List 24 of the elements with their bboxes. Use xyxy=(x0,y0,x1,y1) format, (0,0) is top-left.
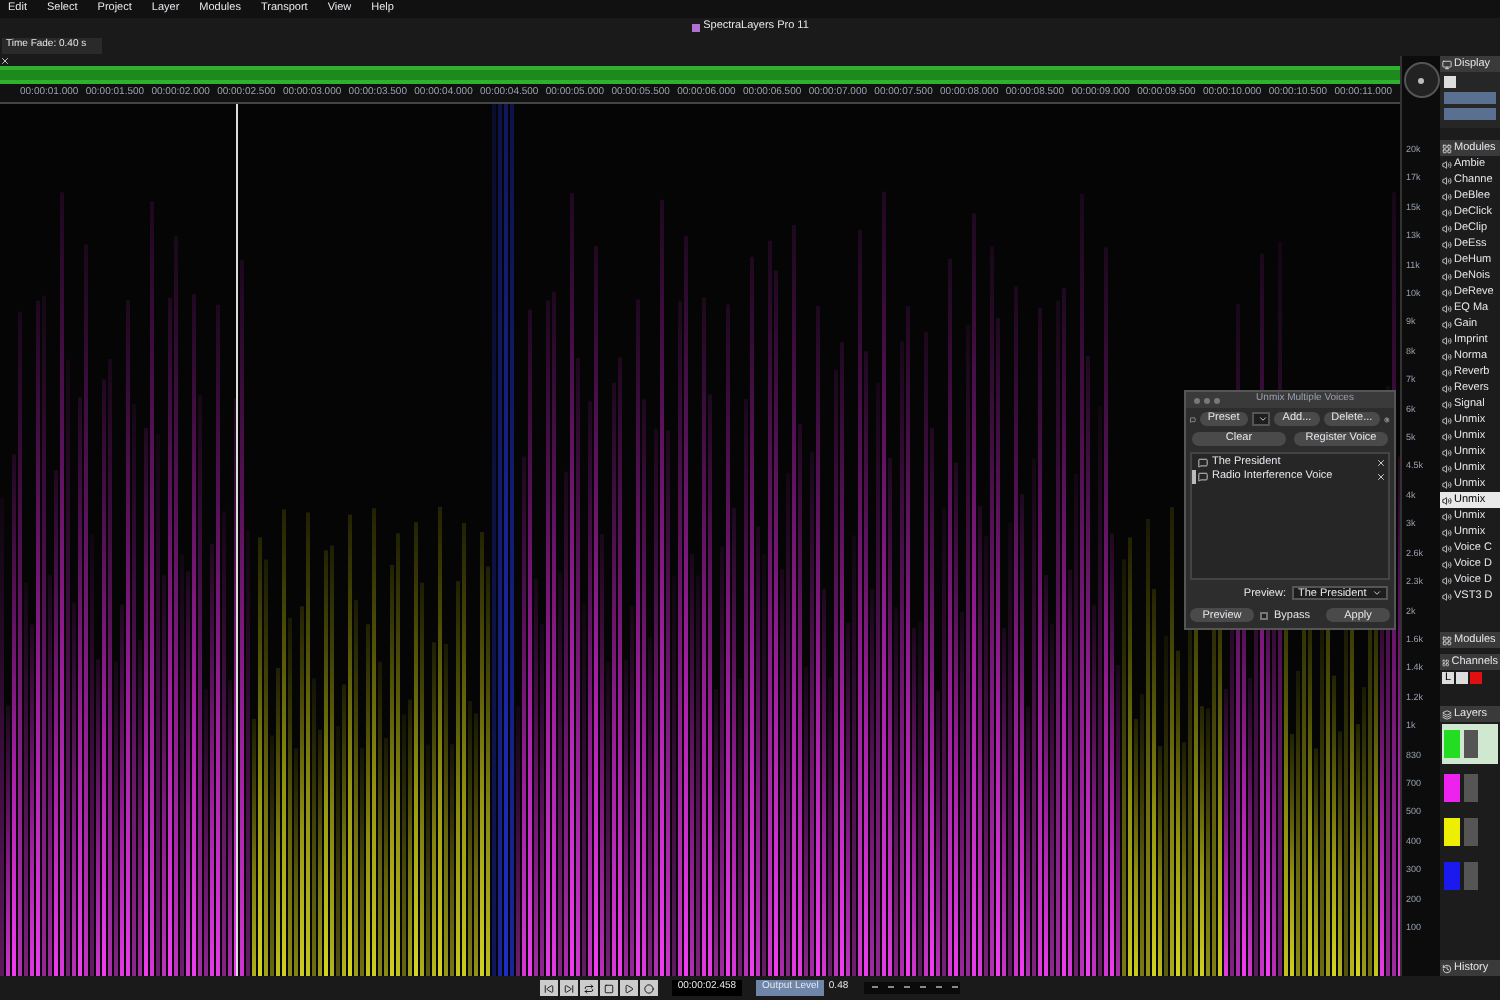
speech-bubble-icon xyxy=(1190,413,1196,425)
level-meter-drawing xyxy=(864,982,961,994)
speech-bubble-icon xyxy=(1198,472,1208,482)
settings-icon[interactable] xyxy=(1384,413,1390,425)
bypass-checkbox[interactable] xyxy=(1260,611,1268,620)
panel-icon xyxy=(1442,657,1450,667)
panel-icon xyxy=(1442,143,1452,153)
app-logo-icon xyxy=(691,23,700,31)
loop-button[interactable] xyxy=(579,980,598,996)
panel-icon xyxy=(1442,635,1452,645)
record-button[interactable] xyxy=(639,980,658,996)
stop-button[interactable] xyxy=(599,980,618,996)
preset-dropdown[interactable] xyxy=(1251,412,1271,426)
skip-back-button[interactable] xyxy=(539,980,558,996)
panel-icon xyxy=(1442,59,1452,69)
chevron-down-icon xyxy=(1372,588,1382,599)
panel-icon xyxy=(1442,963,1452,973)
display-toggle-icon[interactable] xyxy=(1444,76,1456,88)
speech-bubble-icon xyxy=(1198,458,1208,468)
chevron-down-icon xyxy=(1258,414,1269,424)
play-button[interactable] xyxy=(619,980,638,996)
panel-icon xyxy=(1442,709,1452,719)
skip-forward-button[interactable] xyxy=(559,980,578,996)
navigator-dial[interactable] xyxy=(1403,62,1439,98)
